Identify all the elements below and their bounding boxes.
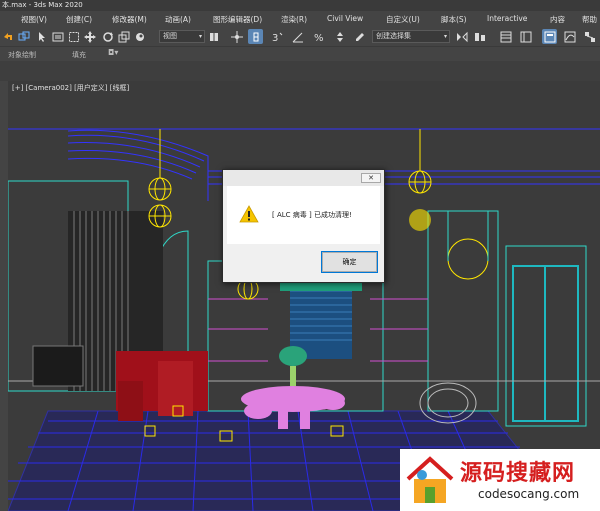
chevron-down-icon: ▾ [198, 33, 202, 40]
named-selection-set-dropdown[interactable]: 创建选择集 ▾ [372, 30, 450, 43]
schematic-view-icon[interactable] [582, 29, 597, 44]
close-button[interactable]: ✕ [361, 173, 381, 183]
menu-scripting[interactable]: 脚本(S) [441, 14, 467, 25]
select-object-icon[interactable] [34, 29, 49, 44]
align-icon[interactable] [472, 29, 487, 44]
menu-interactive[interactable]: Interactive [487, 14, 527, 23]
pivot-center-icon[interactable] [206, 29, 221, 44]
menu-content[interactable]: 内容 [550, 14, 565, 25]
menu-modifiers[interactable]: 修改器(M) [112, 14, 147, 25]
chevron-down-icon: ▾ [443, 33, 447, 40]
select-manipulate-icon[interactable] [229, 29, 244, 44]
dialog-message: [ ALC 病毒 ] 已成功清理! [272, 211, 352, 219]
keyboard-shortcut-override-icon[interactable] [248, 29, 263, 44]
ok-button[interactable]: 确定 [321, 251, 378, 273]
mirror-icon[interactable] [454, 29, 469, 44]
main-toolbar: 视图 ▾ 3 % 创建选择集 ▾ [0, 26, 600, 47]
edit-named-selection-icon[interactable] [352, 29, 367, 44]
reference-coordinate-dropdown[interactable]: 视图 ▾ [159, 30, 205, 43]
house-logo-icon [406, 456, 454, 503]
ribbon-options-icon[interactable]: ◘▾ [108, 48, 118, 57]
dialog-body: [ ALC 病毒 ] 已成功清理! [227, 186, 380, 244]
watermark-logo: 源码搜藏网 codesocang.com [400, 449, 600, 511]
svg-text:3: 3 [272, 33, 278, 43]
menu-help[interactable]: 帮助 [582, 14, 597, 25]
move-icon[interactable] [82, 29, 97, 44]
rotate-icon[interactable] [100, 29, 115, 44]
menu-create[interactable]: 创建(C) [66, 14, 92, 25]
window-title: 本.max - 3ds Max 2020 [2, 1, 83, 9]
scale-icon[interactable] [116, 29, 131, 44]
menu-civil-view[interactable]: Civil View [327, 14, 363, 23]
warning-icon [239, 205, 259, 223]
svg-text:%: % [314, 33, 324, 43]
title-bar: 本.max - 3ds Max 2020 [0, 0, 600, 11]
menu-rendering[interactable]: 渲染(R) [281, 14, 307, 25]
tab-populate[interactable]: 填充 [72, 50, 86, 60]
menu-graph-editors[interactable]: 图形编辑器(D) [213, 14, 262, 25]
dialog-titlebar[interactable]: ✕ [223, 170, 384, 186]
select-by-name-icon[interactable] [50, 29, 65, 44]
scene-explorer-icon[interactable] [498, 29, 513, 44]
named-selection-set-value: 创建选择集 [376, 32, 411, 40]
tab-object-paint[interactable]: 对象绘制 [8, 50, 36, 60]
angle-snap-icon[interactable] [290, 29, 305, 44]
ribbon-toggle-icon[interactable] [542, 29, 557, 44]
placement-icon[interactable] [132, 29, 147, 44]
wireframe-scene [8, 128, 600, 511]
undo-icon[interactable] [0, 29, 15, 44]
menu-view[interactable]: 视图(V) [21, 14, 47, 25]
ribbon-panel [0, 61, 600, 81]
select-link-icon[interactable] [16, 29, 31, 44]
dialog-footer: 确定 [223, 244, 384, 282]
viewport-camera[interactable]: [+] [Camera002] [用户定义] [线框] [8, 81, 600, 511]
watermark-url: codesocang.com [478, 487, 580, 501]
virus-cleanup-dialog: ✕ [ ALC 病毒 ] 已成功清理! 确定 [222, 169, 385, 283]
curve-editor-icon[interactable] [562, 29, 577, 44]
menu-bar: 视图(V) 创建(C) 修改器(M) 动画(A) 图形编辑器(D) 渲染(R) … [0, 11, 600, 26]
snaps-toggle-icon[interactable]: 3 [270, 29, 285, 44]
reference-coordinate-value: 视图 [163, 32, 177, 40]
watermark-title: 源码搜藏网 [460, 461, 576, 486]
menu-customize[interactable]: 自定义(U) [386, 14, 420, 25]
percent-snap-icon[interactable]: % [312, 29, 327, 44]
layer-explorer-icon[interactable] [518, 29, 533, 44]
menu-animation[interactable]: 动画(A) [165, 14, 191, 25]
spinner-snap-icon[interactable] [332, 29, 347, 44]
ribbon-tabs: 对象绘制 填充 ◘▾ [0, 48, 600, 61]
region-select-icon[interactable] [66, 29, 81, 44]
